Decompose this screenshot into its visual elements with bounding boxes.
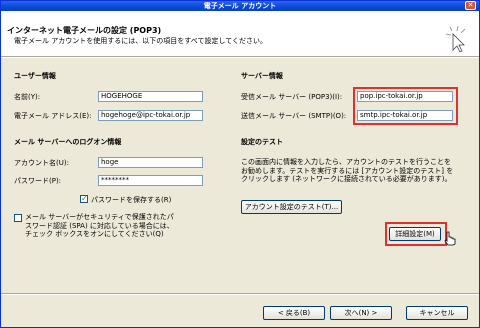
footer-divider xyxy=(1,293,479,295)
cursor-click-icon xyxy=(445,25,466,53)
email-label: 電子メール アドレス(E): xyxy=(14,112,92,120)
server-highlight-box xyxy=(353,87,458,125)
incoming-server-label: 受信メール サーバー (POP3)(I): xyxy=(241,93,343,101)
save-password-label[interactable]: パスワードを保存する(R) xyxy=(91,195,171,205)
password-label: パスワード(P): xyxy=(14,177,62,185)
hand-cursor-icon xyxy=(444,231,456,246)
close-button[interactable]: ✕ xyxy=(465,1,476,10)
spa-checkbox[interactable] xyxy=(14,214,22,222)
back-button[interactable]: < 戻る(B) xyxy=(263,306,325,320)
cancel-button[interactable]: キャンセル xyxy=(406,306,468,320)
account-wizard-window: 電子メール アカウント ✕ インターネット電子メールの設定 (POP3) 電子メ… xyxy=(0,0,480,328)
account-name-input[interactable]: hoge xyxy=(98,157,203,168)
email-input[interactable]: hogehoge@ipc-tokai.or.jp xyxy=(98,110,203,121)
window-title: 電子メール アカウント xyxy=(203,2,277,10)
spa-label[interactable]: メール サーバーがセキュリティで保護されたパスワード認証 (SPA) に対応して… xyxy=(25,213,175,239)
account-name-label: アカウント名(U): xyxy=(14,159,69,167)
logon-info-heading: メール サーバーへのログオン情報 xyxy=(14,138,122,146)
name-input[interactable]: HOGEHOGE xyxy=(98,91,203,102)
wizard-header: インターネット電子メールの設定 (POP3) 電子メール アカウントを使用するに… xyxy=(1,11,479,56)
header-divider xyxy=(1,56,479,58)
next-button[interactable]: 次へ(N) > xyxy=(330,306,392,320)
password-input[interactable]: ******** xyxy=(98,175,203,186)
user-info-heading: ユーザー情報 xyxy=(14,72,56,80)
test-description: この画面内に情報を入力したら、アカウントのテストを行うことをお勧めします。テスト… xyxy=(241,158,454,183)
name-label: 名前(Y): xyxy=(14,93,41,101)
test-settings-heading: 設定のテスト xyxy=(241,138,283,146)
page-subtitle: 電子メール アカウントを使用するには、以下の項目をすべて設定してください。 xyxy=(14,37,268,45)
title-bar[interactable]: 電子メール アカウント ✕ xyxy=(1,1,479,11)
advanced-highlight-box xyxy=(385,222,447,246)
save-password-checkbox[interactable] xyxy=(80,194,88,203)
test-account-button[interactable]: アカウント設定のテスト(T)... xyxy=(241,200,342,214)
page-title: インターネット電子メールの設定 (POP3) xyxy=(7,26,162,35)
server-info-heading: サーバー情報 xyxy=(241,72,283,80)
outgoing-server-label: 送信メール サーバー (SMTP)(O): xyxy=(241,112,347,120)
